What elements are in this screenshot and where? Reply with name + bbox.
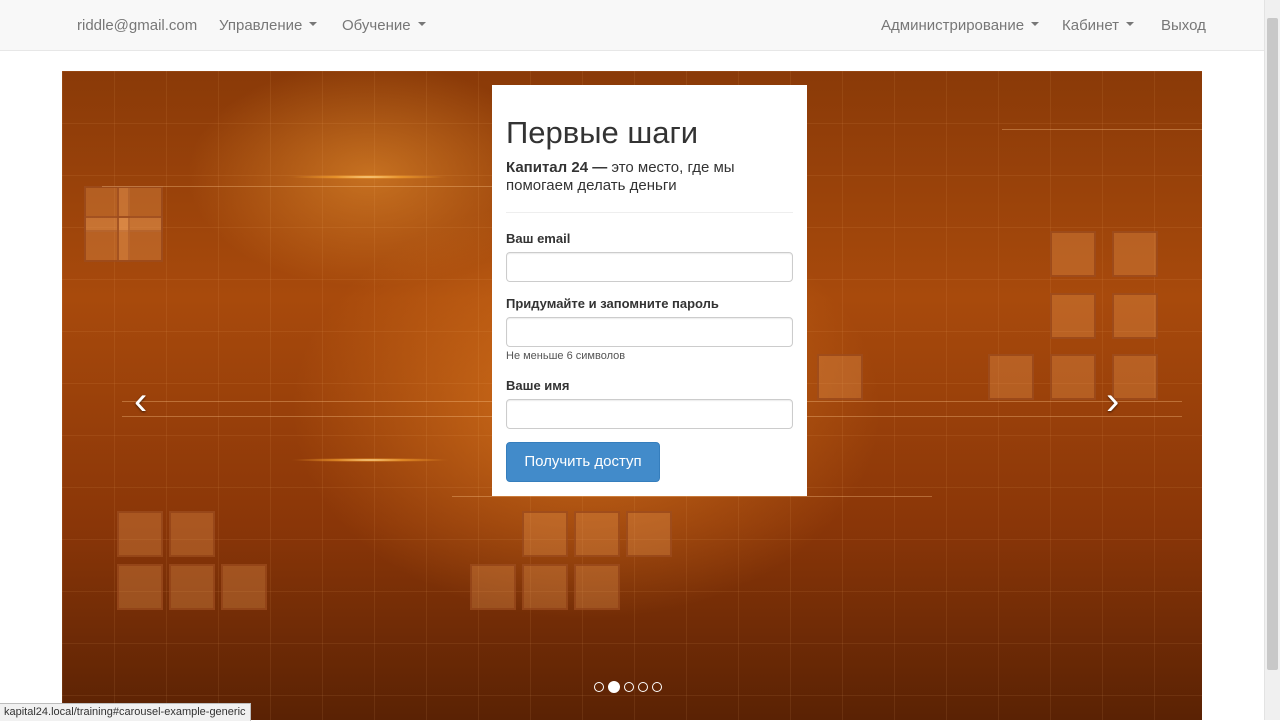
background-tile <box>626 511 672 557</box>
background-tile <box>221 564 267 610</box>
cabinet-menu-label: Кабинет <box>1062 17 1120 34</box>
password-field[interactable] <box>506 317 793 347</box>
background-tile <box>817 354 863 400</box>
email-label: Ваш email <box>506 231 571 246</box>
email-field[interactable] <box>506 252 793 282</box>
carousel-indicator-4[interactable] <box>638 682 648 692</box>
caret-down-icon <box>1031 22 1040 27</box>
background-tile <box>1050 293 1096 339</box>
light-flare <box>288 175 448 179</box>
form-title: Первые шаги <box>506 115 699 150</box>
training-menu[interactable]: Обучение <box>342 17 426 34</box>
password-help: Не меньше 6 символов <box>506 350 626 362</box>
background-tile <box>522 564 568 610</box>
light-flare <box>290 458 450 462</box>
background-tile <box>1112 231 1158 277</box>
background-tile <box>470 564 516 610</box>
background-line <box>1002 129 1202 130</box>
background-tile <box>988 354 1034 400</box>
background-line <box>102 186 502 187</box>
background-line <box>452 496 932 497</box>
carousel-indicator-1[interactable] <box>594 682 604 692</box>
manage-menu-label: Управление <box>219 17 303 34</box>
background-tile <box>574 511 620 557</box>
manage-menu[interactable]: Управление <box>219 17 318 34</box>
get-access-button[interactable]: Получить доступ <box>506 442 660 482</box>
admin-menu[interactable]: Администрирование <box>881 17 1040 34</box>
caret-down-icon <box>1126 22 1135 27</box>
logout-link[interactable]: Выход <box>1161 17 1206 34</box>
admin-menu-label: Администрирование <box>881 17 1025 34</box>
name-field[interactable] <box>506 399 793 429</box>
top-navbar: riddle@gmail.com Управление Обучение Адм… <box>0 0 1264 51</box>
background-tile <box>117 216 163 262</box>
background-tile <box>1050 231 1096 277</box>
user-email-link[interactable]: riddle@gmail.com <box>77 17 197 34</box>
caret-down-icon <box>417 22 426 27</box>
lead-brand: Капитал 24 — <box>506 159 608 176</box>
cabinet-menu[interactable]: Кабинет <box>1062 17 1135 34</box>
training-menu-label: Обучение <box>342 17 411 34</box>
background-tile <box>117 564 163 610</box>
browser-status-bar: kapital24.local/training#carousel-exampl… <box>0 703 251 721</box>
background-tile <box>117 511 163 557</box>
page-scrollbar[interactable] <box>1264 0 1280 720</box>
carousel-indicators <box>594 681 662 693</box>
divider <box>506 212 793 213</box>
carousel-prev-icon[interactable]: ‹ <box>134 381 147 421</box>
scrollbar-thumb[interactable] <box>1267 18 1278 670</box>
background-tile <box>1112 293 1158 339</box>
signup-panel: Первые шаги Капитал 24 — это место, где … <box>492 85 807 496</box>
form-lead: Капитал 24 — это место, где мы помогаем … <box>506 159 776 195</box>
carousel-indicator-3[interactable] <box>624 682 634 692</box>
carousel-indicator-5[interactable] <box>652 682 662 692</box>
caret-down-icon <box>309 22 318 27</box>
name-label: Ваше имя <box>506 378 570 393</box>
background-tile <box>1050 354 1096 400</box>
carousel-next-icon[interactable]: › <box>1106 381 1119 421</box>
carousel-indicator-2[interactable] <box>608 681 620 693</box>
background-tile <box>522 511 568 557</box>
background-tile <box>169 511 215 557</box>
background-tile <box>169 564 215 610</box>
background-tile <box>574 564 620 610</box>
password-label: Придумайте и запомните пароль <box>506 296 719 311</box>
